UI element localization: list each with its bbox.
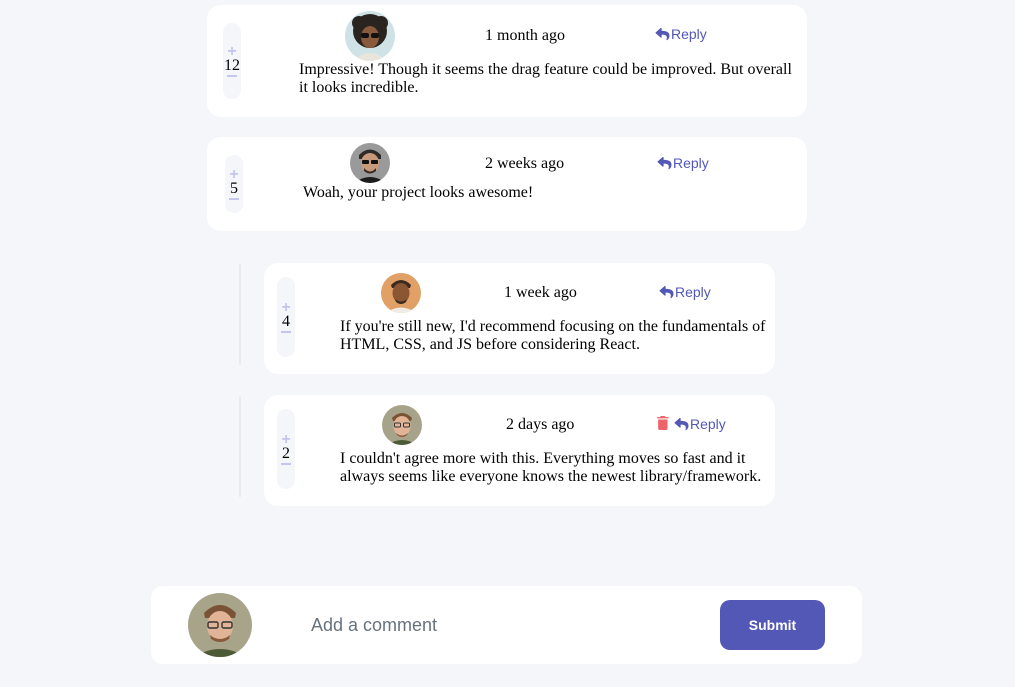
delete-button[interactable]: [657, 416, 669, 435]
reply-button[interactable]: Reply: [655, 26, 707, 42]
reply-button[interactable]: Reply: [657, 155, 709, 171]
reply-card: + 2 2 days ago Reply I couldn't agree mo…: [264, 395, 775, 506]
comment-timestamp: 2 weeks ago: [485, 155, 565, 172]
vote-control: + 12: [223, 23, 241, 99]
comment-text: Woah, your project looks awesome!: [303, 184, 534, 201]
score: 5: [230, 179, 238, 197]
thread-line: [239, 264, 241, 365]
upvote-button[interactable]: +: [281, 299, 290, 315]
avatar: [350, 143, 390, 183]
reply-button[interactable]: Reply: [659, 284, 711, 300]
comment-text: If you're still new, I'd recommend focus…: [340, 318, 766, 353]
comment-text: I couldn't agree more with this. Everyth…: [340, 450, 762, 485]
score: 2: [282, 444, 290, 462]
reply-label: Reply: [671, 26, 707, 42]
comment-timestamp: 2 days ago: [506, 416, 575, 433]
vote-control: + 5: [225, 155, 243, 213]
reply-card: + 4 1 week ago Reply If you're still new…: [264, 263, 775, 374]
reply-label: Reply: [673, 155, 709, 171]
downvote-button[interactable]: [227, 74, 237, 77]
vote-control: + 2: [277, 409, 295, 489]
reply-button[interactable]: Reply: [674, 416, 726, 432]
score: 4: [282, 312, 290, 330]
comment-text: Impressive! Though it seems the drag fea…: [299, 61, 792, 96]
score: 12: [224, 56, 240, 74]
reply-arrow-icon: [657, 156, 672, 169]
reply-label: Reply: [690, 416, 726, 432]
submit-button[interactable]: Submit: [720, 600, 825, 650]
avatar: [382, 405, 422, 445]
upvote-button[interactable]: +: [229, 166, 238, 182]
downvote-button[interactable]: [281, 462, 291, 465]
reply-arrow-icon: [674, 417, 689, 430]
comment-card: + 5 2 weeks ago Reply Woah, your project…: [207, 137, 807, 231]
vote-control: + 4: [277, 277, 295, 357]
upvote-button[interactable]: +: [281, 431, 290, 447]
upvote-button[interactable]: +: [227, 43, 236, 59]
comment-timestamp: 1 week ago: [504, 284, 577, 301]
comment-timestamp: 1 month ago: [485, 27, 565, 44]
avatar: [381, 273, 421, 313]
thread-line: [239, 396, 241, 497]
downvote-button[interactable]: [229, 197, 239, 200]
avatar: [345, 11, 395, 61]
reply-arrow-icon: [655, 27, 670, 40]
downvote-button[interactable]: [281, 330, 291, 333]
reply-label: Reply: [675, 284, 711, 300]
current-user-avatar: [188, 593, 252, 657]
reply-arrow-icon: [659, 285, 674, 298]
comment-card: + 12 1 month ago Reply Impressive! Thoug…: [207, 5, 807, 117]
comment-compose: Submit: [151, 586, 862, 664]
comment-input[interactable]: [311, 612, 691, 638]
trash-icon: [657, 416, 669, 430]
